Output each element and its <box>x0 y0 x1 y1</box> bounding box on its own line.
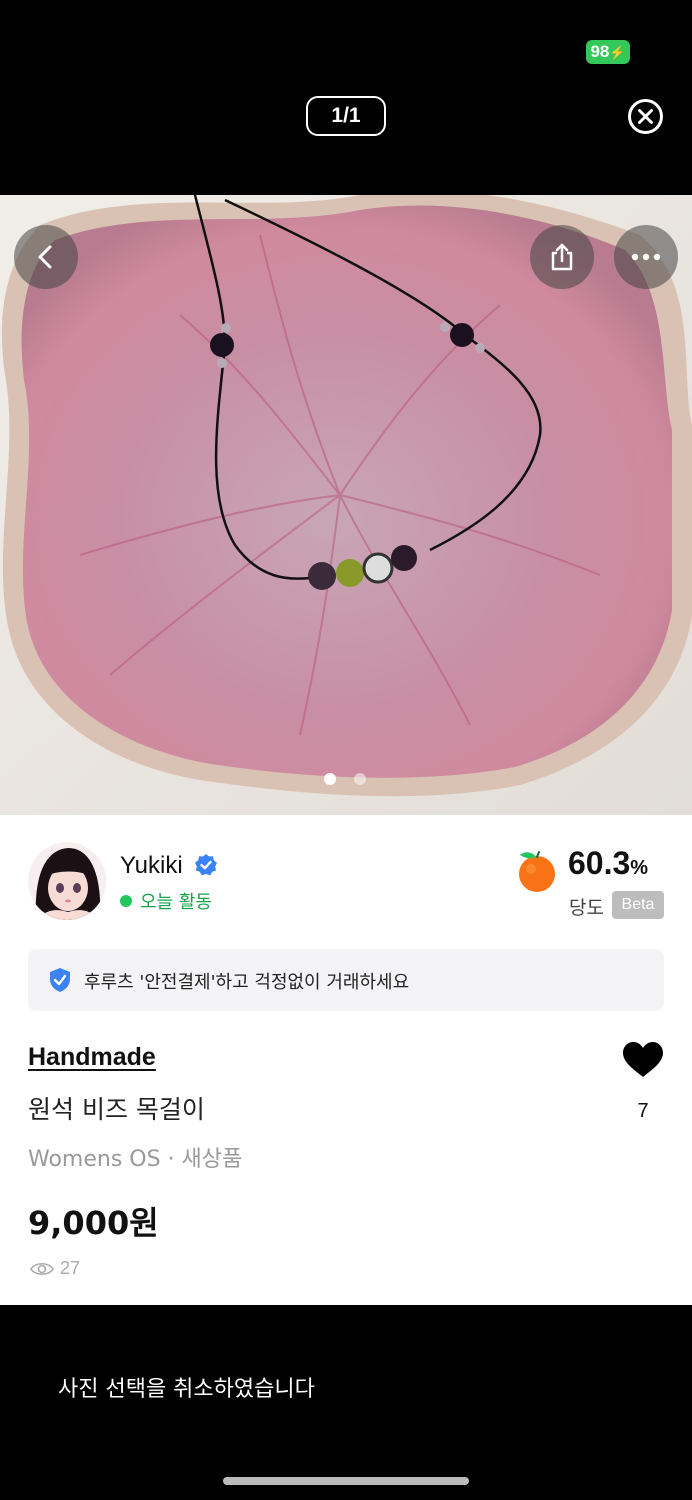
avatar-image <box>28 842 106 920</box>
chevron-left-icon <box>38 245 52 269</box>
share-button[interactable] <box>530 225 594 289</box>
safe-payment-banner[interactable]: 후루츠 '안전결제'하고 걱정없이 거래하세요 <box>28 949 664 1011</box>
product-meta: Womens OS · 새상품 <box>28 1147 243 1172</box>
seller-activity-status: 오늘 활동 <box>120 888 212 914</box>
pagination-dot <box>354 773 366 785</box>
necklace-photo-image <box>0 195 692 815</box>
photo-pagination-dots <box>324 773 366 785</box>
pagination-dot-active <box>324 773 336 785</box>
close-icon <box>628 99 663 134</box>
score-value: 60.3 <box>568 845 631 881</box>
view-count: 27 <box>30 1258 80 1279</box>
seller-name[interactable]: Yukiki <box>120 852 183 880</box>
eye-icon <box>30 1262 54 1275</box>
score-label: 당도 <box>569 897 604 919</box>
battery-level: 98 <box>590 42 610 61</box>
verified-badge-icon <box>195 854 217 876</box>
top-bar: 98⚡ 1/1 <box>0 0 692 195</box>
orange-fruit-icon <box>519 851 555 892</box>
battery-indicator: 98⚡ <box>586 40 630 64</box>
charging-bolt-icon: ⚡ <box>609 45 626 60</box>
toast-area: 사진 선택을 취소하였습니다 <box>0 1305 692 1500</box>
beta-badge: Beta <box>612 891 664 919</box>
like-count: 7 <box>637 1100 649 1122</box>
product-photo[interactable] <box>0 195 692 815</box>
back-button[interactable] <box>14 225 78 289</box>
close-viewer-button[interactable] <box>627 98 664 135</box>
image-counter: 1/1 <box>306 96 386 136</box>
sweetness-score: 60.3% <box>568 845 648 882</box>
activity-text: 오늘 활동 <box>140 892 212 913</box>
product-info-panel: Yukiki 오늘 활동 60.3% 당도 Beta 후루츠 '안전결제'하고 … <box>0 815 692 1305</box>
seller-avatar[interactable] <box>28 842 106 920</box>
more-options-button[interactable] <box>614 225 678 289</box>
share-icon <box>551 243 573 271</box>
product-title: 원석 비즈 목걸이 <box>28 1095 205 1124</box>
score-unit: % <box>630 857 649 879</box>
shield-check-icon <box>50 968 70 992</box>
views-count: 27 <box>60 1258 81 1278</box>
home-indicator[interactable] <box>223 1477 469 1485</box>
more-dots-icon <box>631 253 661 261</box>
online-dot-icon <box>120 895 132 907</box>
like-heart-icon[interactable] <box>622 1041 664 1079</box>
toast-message: 사진 선택을 취소하였습니다 <box>58 1377 315 1402</box>
brand-link[interactable]: Handmade <box>28 1043 156 1072</box>
product-price: 9,000원 <box>28 1204 159 1242</box>
safe-payment-text: 후루츠 '안전결제'하고 걱정없이 거래하세요 <box>84 972 410 993</box>
